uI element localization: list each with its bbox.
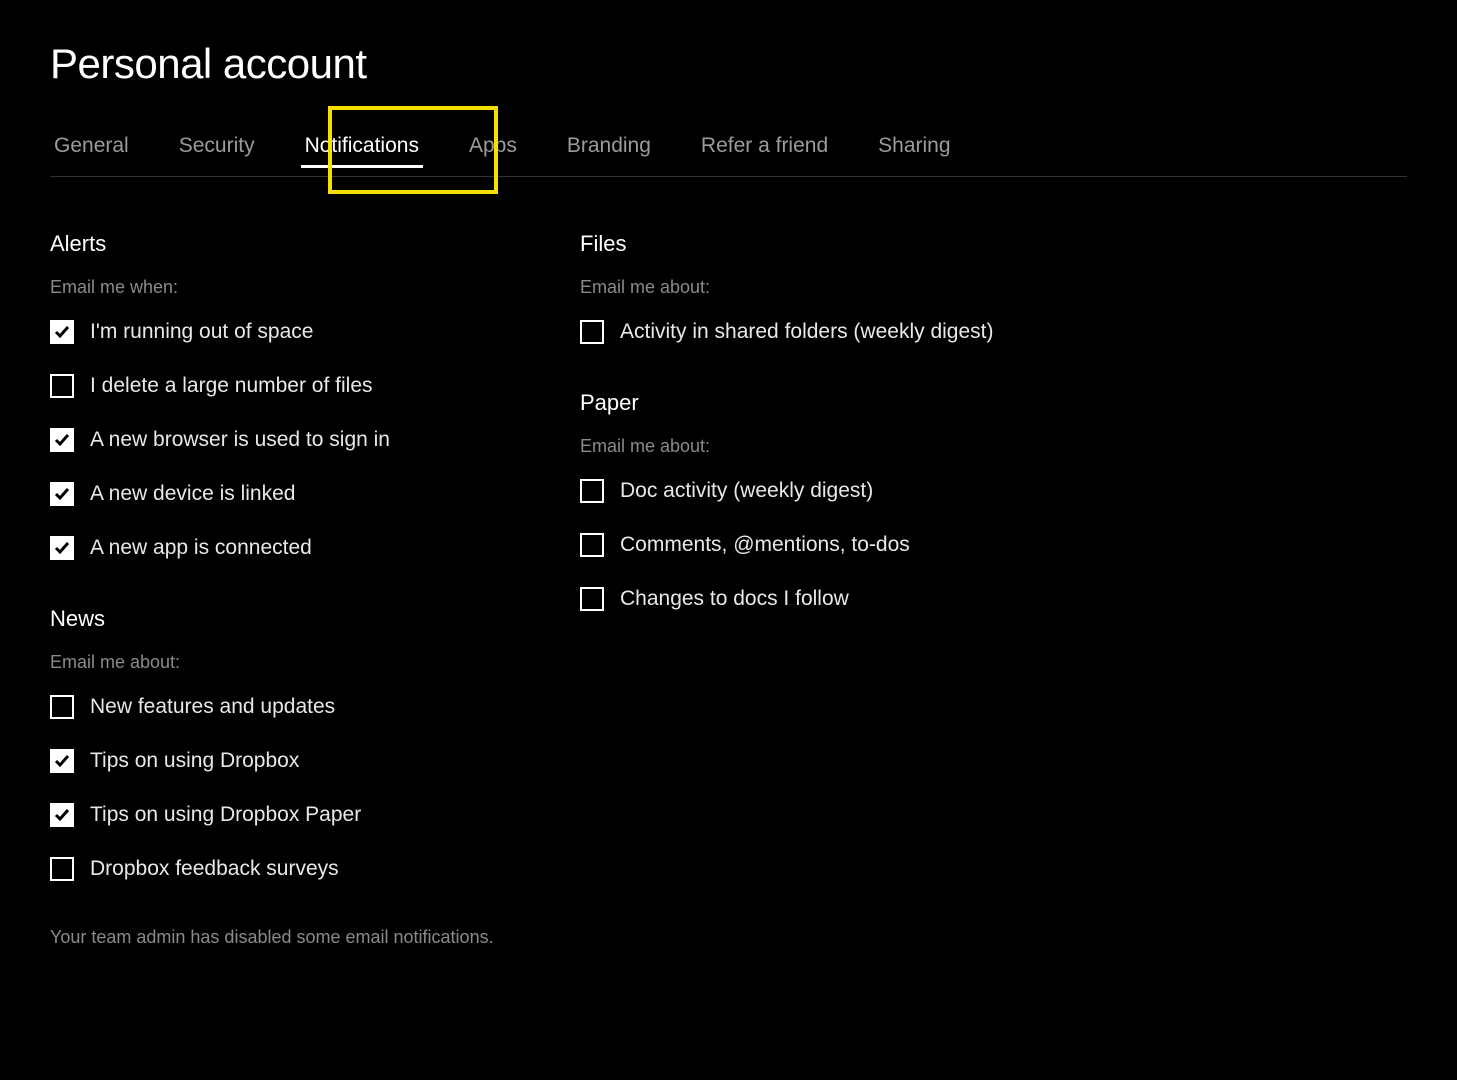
checkbox-label: Tips on using Dropbox — [90, 749, 299, 773]
checkmark-icon — [54, 807, 70, 823]
checkbox-row-new-browser[interactable]: A new browser is used to sign in — [50, 428, 520, 452]
checkbox[interactable] — [580, 320, 604, 344]
checkbox-row-feedback-surveys[interactable]: Dropbox feedback surveys — [50, 857, 520, 881]
checkbox-row-new-app[interactable]: A new app is connected — [50, 536, 520, 560]
checkbox[interactable] — [50, 320, 74, 344]
checkbox-label: New features and updates — [90, 695, 335, 719]
checkbox-label: A new app is connected — [90, 536, 312, 560]
section-title-paper: Paper — [580, 390, 1050, 416]
tab-general[interactable]: General — [50, 124, 133, 176]
section-title-alerts: Alerts — [50, 231, 520, 257]
checkbox-row-doc-activity[interactable]: Doc activity (weekly digest) — [580, 479, 1050, 503]
section-alerts: Alerts Email me when: I'm running out of… — [50, 231, 520, 560]
checkbox-row-comments-mentions[interactable]: Comments, @mentions, to-dos — [580, 533, 1050, 557]
checkbox[interactable] — [50, 803, 74, 827]
checkbox[interactable] — [50, 857, 74, 881]
checkmark-icon — [54, 432, 70, 448]
content-area: Alerts Email me when: I'm running out of… — [50, 231, 1407, 948]
tab-apps[interactable]: Apps — [465, 124, 521, 176]
checkbox-row-tips-paper[interactable]: Tips on using Dropbox Paper — [50, 803, 520, 827]
checkbox[interactable] — [50, 374, 74, 398]
checkbox-row-delete-large-files[interactable]: I delete a large number of files — [50, 374, 520, 398]
checkbox[interactable] — [580, 533, 604, 557]
checkbox-row-tips-dropbox[interactable]: Tips on using Dropbox — [50, 749, 520, 773]
checkmark-icon — [54, 540, 70, 556]
section-sub-alerts: Email me when: — [50, 277, 520, 298]
checkbox-row-shared-folder-activity[interactable]: Activity in shared folders (weekly diges… — [580, 320, 1050, 344]
checkbox[interactable] — [580, 479, 604, 503]
section-sub-paper: Email me about: — [580, 436, 1050, 457]
checkbox[interactable] — [50, 536, 74, 560]
section-sub-files: Email me about: — [580, 277, 1050, 298]
tab-security[interactable]: Security — [175, 124, 259, 176]
checkmark-icon — [54, 486, 70, 502]
checkbox-label: Tips on using Dropbox Paper — [90, 803, 361, 827]
tab-sharing[interactable]: Sharing — [874, 124, 954, 176]
checkbox-row-doc-changes[interactable]: Changes to docs I follow — [580, 587, 1050, 611]
tab-refer-friend[interactable]: Refer a friend — [697, 124, 832, 176]
section-title-files: Files — [580, 231, 1050, 257]
checkbox[interactable] — [50, 749, 74, 773]
checkbox-label: A new browser is used to sign in — [90, 428, 390, 452]
tabs-bar: General Security Notifications Apps Bran… — [50, 124, 1407, 177]
section-files: Files Email me about: Activity in shared… — [580, 231, 1050, 344]
tab-branding[interactable]: Branding — [563, 124, 655, 176]
column-right: Files Email me about: Activity in shared… — [580, 231, 1050, 948]
checkbox-label: Doc activity (weekly digest) — [620, 479, 873, 503]
checkbox-row-new-features[interactable]: New features and updates — [50, 695, 520, 719]
section-news: News Email me about: New features and up… — [50, 606, 520, 881]
checkbox-row-new-device[interactable]: A new device is linked — [50, 482, 520, 506]
checkbox-label: I delete a large number of files — [90, 374, 373, 398]
page-title: Personal account — [50, 40, 1407, 88]
tab-notifications[interactable]: Notifications — [301, 124, 423, 176]
checkmark-icon — [54, 324, 70, 340]
checkbox-label: I'm running out of space — [90, 320, 313, 344]
checkbox-label: A new device is linked — [90, 482, 295, 506]
checkbox-label: Activity in shared folders (weekly diges… — [620, 320, 993, 344]
section-paper: Paper Email me about: Doc activity (week… — [580, 390, 1050, 611]
checkmark-icon — [54, 753, 70, 769]
checkbox[interactable] — [50, 695, 74, 719]
section-sub-news: Email me about: — [50, 652, 520, 673]
checkbox[interactable] — [580, 587, 604, 611]
column-left: Alerts Email me when: I'm running out of… — [50, 231, 520, 948]
checkbox-label: Dropbox feedback surveys — [90, 857, 339, 881]
section-title-news: News — [50, 606, 520, 632]
checkbox[interactable] — [50, 482, 74, 506]
checkbox[interactable] — [50, 428, 74, 452]
checkbox-row-running-out-space[interactable]: I'm running out of space — [50, 320, 520, 344]
footer-note: Your team admin has disabled some email … — [50, 927, 520, 948]
checkbox-label: Comments, @mentions, to-dos — [620, 533, 910, 557]
checkbox-label: Changes to docs I follow — [620, 587, 849, 611]
